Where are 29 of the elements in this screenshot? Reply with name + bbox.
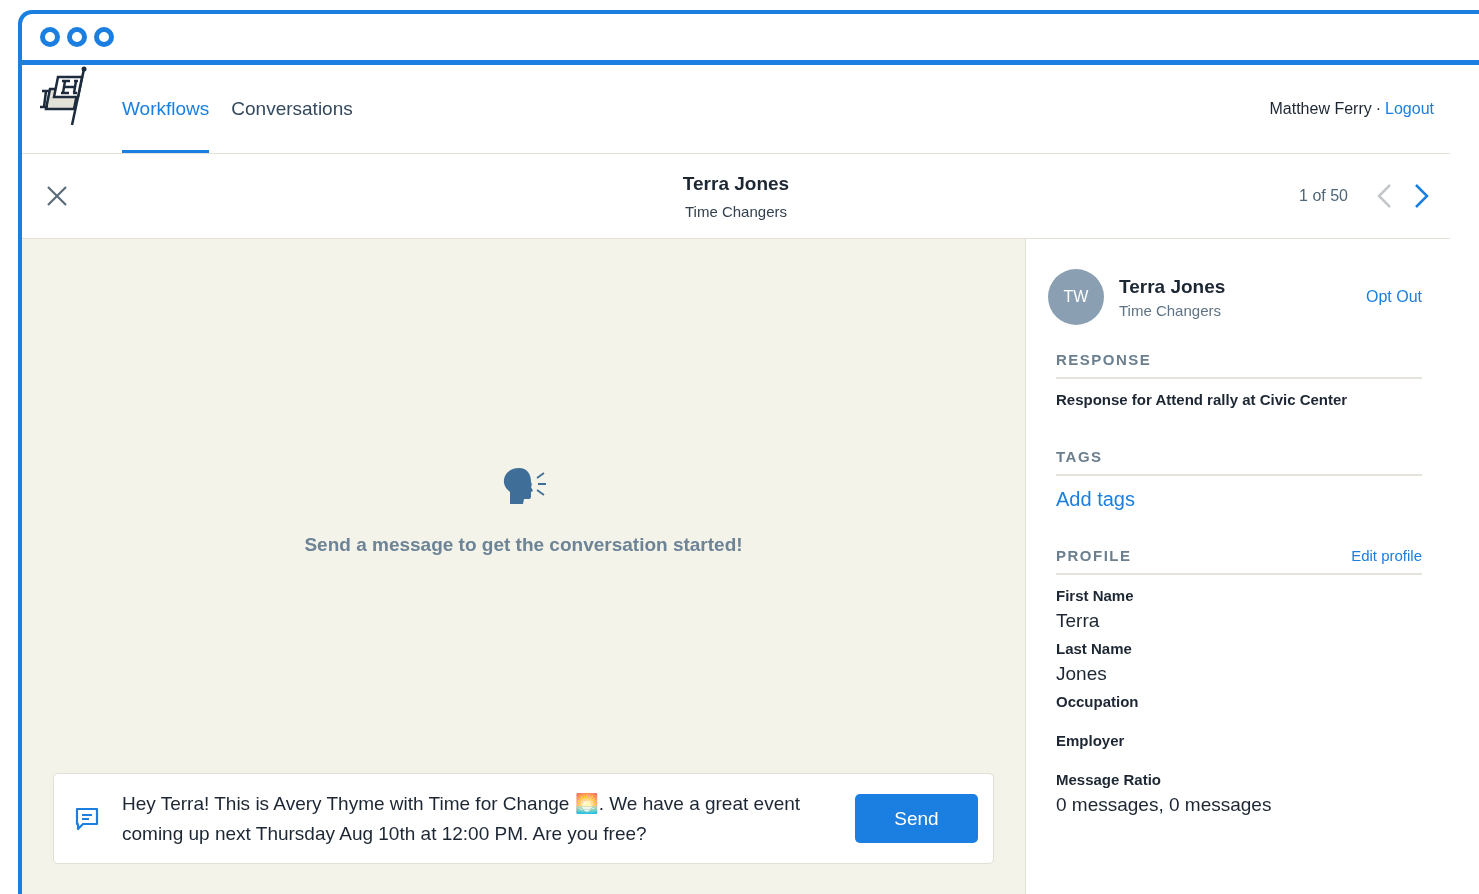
- nav-tab[interactable]: Workflows: [122, 65, 210, 153]
- response-text: Response for Attend rally at Civic Center: [1056, 391, 1349, 408]
- field-value: Jones: [1056, 663, 1108, 685]
- contact-organization: Time Changers: [1119, 301, 1222, 319]
- empty-state-message: Send a message to get the conversation started!: [304, 534, 743, 556]
- field-value: Terra: [1056, 610, 1101, 632]
- avatar: TW: [1048, 269, 1104, 325]
- contact-name: Terra Jones: [682, 172, 790, 195]
- section-heading: TAGS: [1056, 448, 1103, 465]
- edit-profile-link[interactable]: Edit profile: [1351, 547, 1422, 564]
- field-label: Message Ratio: [1056, 771, 1163, 788]
- nav-tab[interactable]: Conversations: [231, 65, 353, 153]
- pager-count: 1 of 50: [1299, 187, 1348, 205]
- field-label: First Name: [1056, 587, 1135, 604]
- user-name: Matthew Ferry: [1269, 100, 1372, 118]
- field-value: 0 messages, 0 messages: [1056, 794, 1273, 816]
- opt-out-link[interactable]: Opt Out: [1365, 288, 1422, 306]
- field-label: Last Name: [1056, 640, 1133, 657]
- send-button[interactable]: Send: [855, 794, 978, 843]
- section-heading: RESPONSE: [1056, 351, 1152, 368]
- add-tags-link[interactable]: Add tags: [1056, 488, 1135, 511]
- message-text[interactable]: Hey Terra! This is Avery Thyme with Time for Change 🌅. We have a great event coming up next Thursday Aug 10th at 12:00 PM. Are you free?: [122, 788, 842, 849]
- field-label: Employer: [1056, 732, 1126, 749]
- section-heading: PROFILE: [1056, 547, 1132, 564]
- contact-organization: Time Changers: [685, 202, 787, 220]
- logout-link[interactable]: Logout: [1385, 100, 1434, 118]
- separator: ·: [1375, 100, 1382, 118]
- contact-name: Terra Jones: [1119, 275, 1226, 298]
- field-label: Occupation: [1056, 693, 1140, 710]
